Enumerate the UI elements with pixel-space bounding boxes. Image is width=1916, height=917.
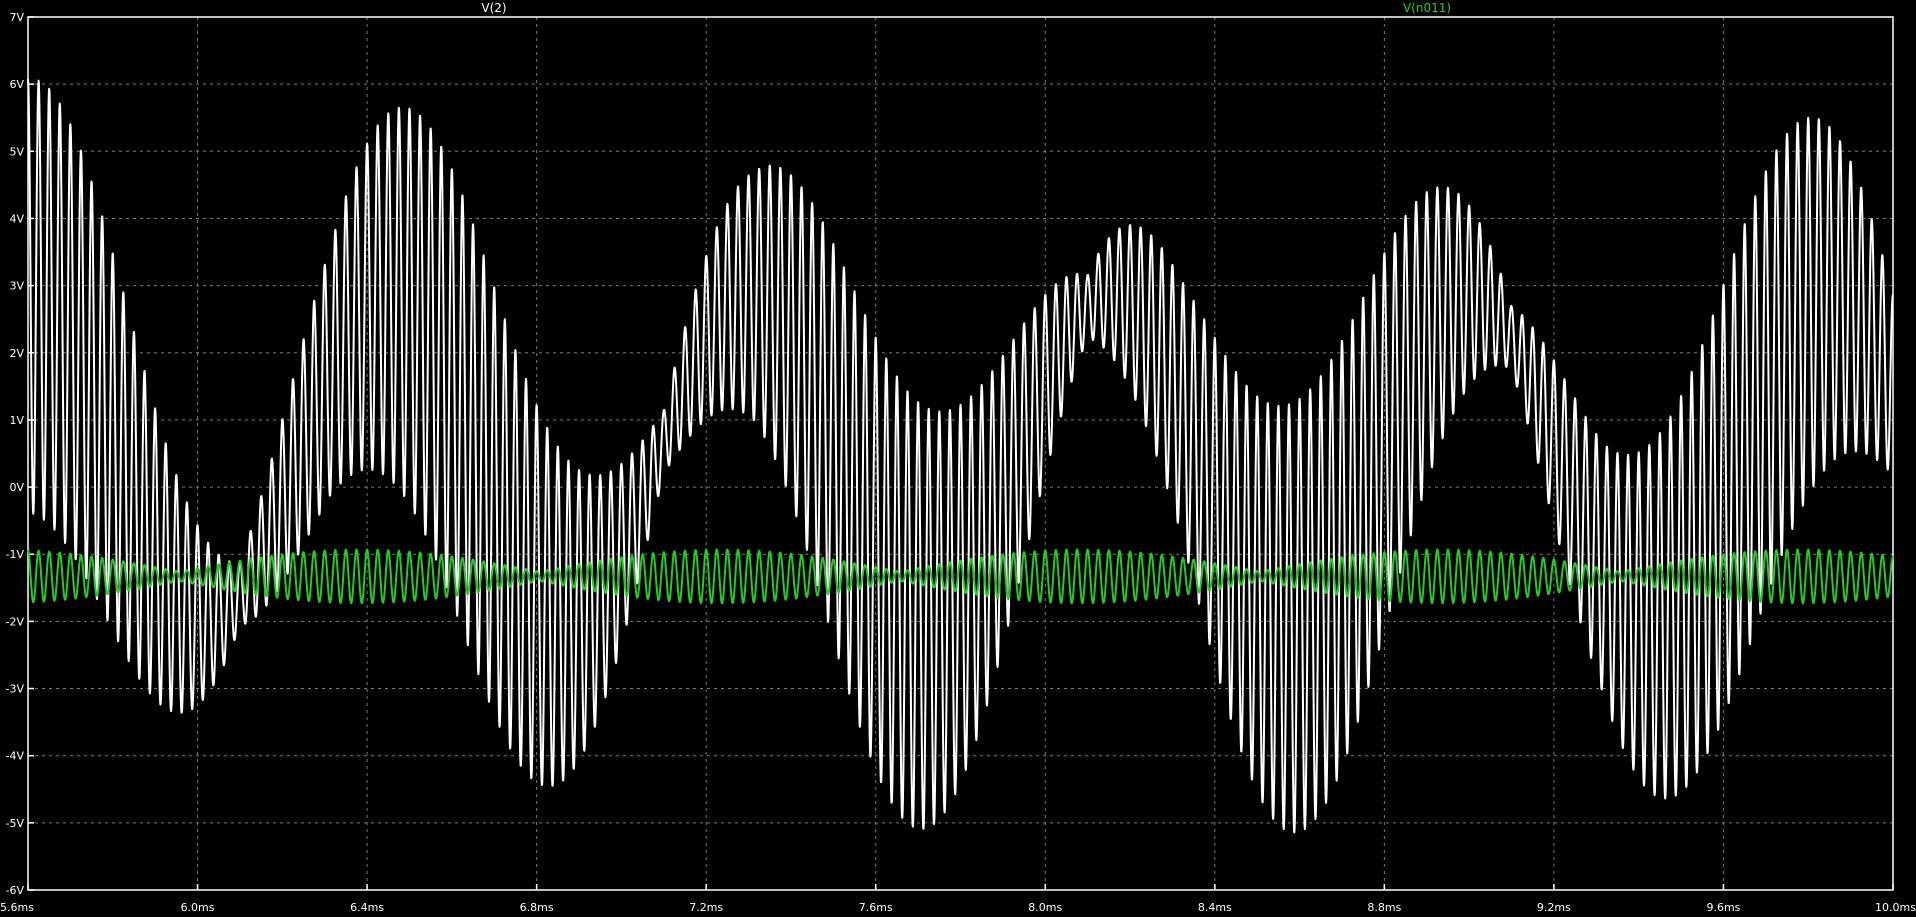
y-tick-label: 2V — [9, 347, 24, 360]
y-tick-label: 6V — [9, 78, 24, 91]
x-tick-label: 6.0ms — [181, 901, 215, 914]
x-tick-label: 8.0ms — [1028, 901, 1062, 914]
x-tick-label: 7.2ms — [689, 901, 723, 914]
x-tick-label: 8.8ms — [1367, 901, 1401, 914]
y-tick-label: 4V — [9, 212, 24, 225]
y-tick-label: -4V — [6, 750, 25, 763]
x-tick-label: 5.6ms — [0, 901, 34, 914]
y-tick-label: 3V — [9, 280, 24, 293]
legend-entry[interactable]: V(2) — [481, 1, 506, 15]
y-tick-label: -1V — [6, 548, 25, 561]
x-tick-label: 8.4ms — [1198, 901, 1232, 914]
y-tick-label: 7V — [9, 11, 24, 24]
x-tick-label: 7.6ms — [859, 901, 893, 914]
y-tick-label: 0V — [9, 481, 24, 494]
y-tick-label: -2V — [6, 615, 25, 628]
x-tick-label: 10.0ms — [1875, 901, 1916, 914]
legend-entry[interactable]: V(n011) — [1403, 1, 1451, 15]
waveform-plot: 5.6ms 6.0ms 6.4ms 6.8ms 7.2ms 7.6ms 8.0ms 8.4ms… — [0, 0, 1916, 917]
y-tick-label: -6V — [6, 884, 25, 897]
x-tick-label: 6.8ms — [520, 901, 554, 914]
x-tick-label: 9.2ms — [1537, 901, 1571, 914]
y-tick-label: -5V — [6, 817, 25, 830]
x-tick-label: 6.4ms — [350, 901, 384, 914]
y-tick-label: -3V — [6, 683, 25, 696]
y-tick-label: 5V — [9, 145, 24, 158]
x-tick-label: 9.6ms — [1706, 901, 1740, 914]
y-tick-label: 1V — [9, 414, 24, 427]
